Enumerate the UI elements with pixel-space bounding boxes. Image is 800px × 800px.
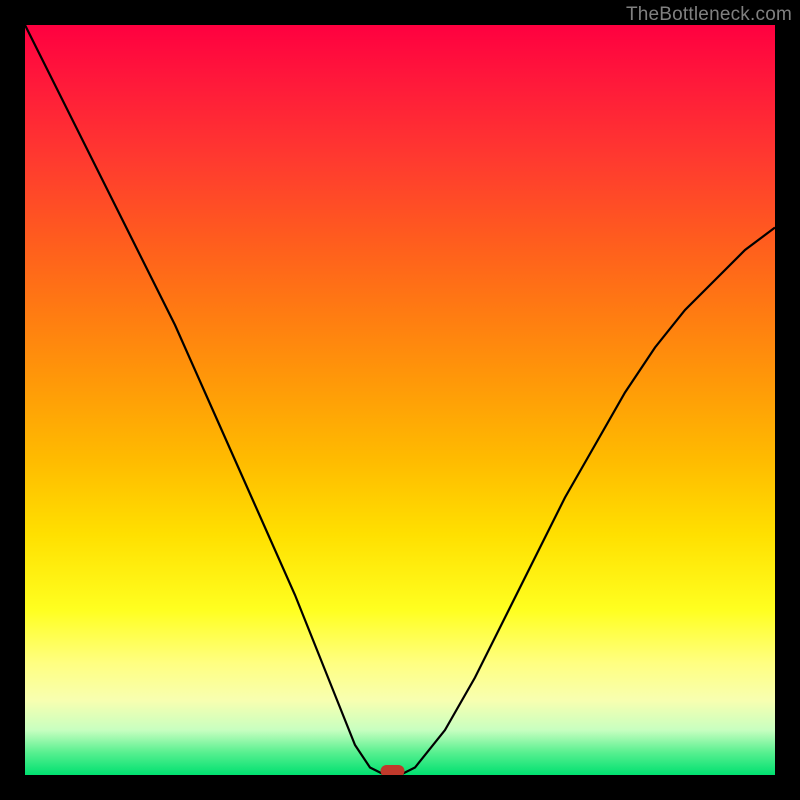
optimum-marker (381, 765, 405, 775)
bottleneck-curve (25, 25, 775, 775)
chart-frame: TheBottleneck.com (0, 0, 800, 800)
curve-svg (25, 25, 775, 775)
plot-area (25, 25, 775, 775)
watermark-text: TheBottleneck.com (626, 4, 792, 26)
